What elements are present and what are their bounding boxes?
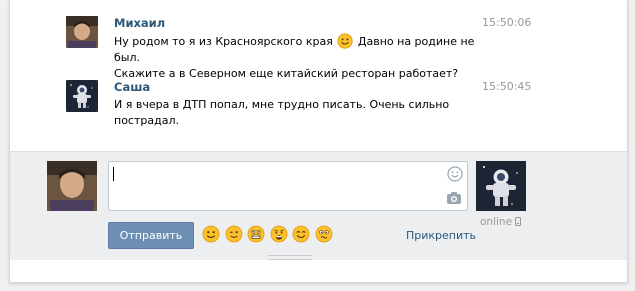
resize-handle[interactable] bbox=[268, 255, 312, 260]
send-button[interactable]: Отправить bbox=[108, 222, 194, 249]
message-time: 15:50:45 bbox=[482, 80, 532, 93]
message-text: И я вчера в ДТП попал, мне трудно писать… bbox=[114, 98, 450, 127]
chat-window: Михаил 15:50:06 Ну родом то я из Красноя… bbox=[9, 0, 628, 283]
message-input[interactable] bbox=[108, 161, 468, 211]
attach-link[interactable]: Прикрепить bbox=[406, 229, 476, 242]
grin-emoji-icon[interactable] bbox=[247, 225, 265, 243]
message-author[interactable]: Михаил bbox=[114, 16, 165, 30]
message-item: Михаил 15:50:06 Ну родом то я из Красноя… bbox=[66, 16, 566, 80]
scared-emoji-icon[interactable] bbox=[270, 225, 288, 243]
emoji-quick-bar bbox=[202, 225, 334, 243]
emoji-picker-icon[interactable] bbox=[447, 166, 463, 182]
text-caret bbox=[113, 167, 114, 181]
message-composer: online Отправить Прикрепить bbox=[10, 151, 627, 260]
smile-emoji-icon[interactable] bbox=[202, 225, 220, 243]
message-history: Михаил 15:50:06 Ну родом то я из Красноя… bbox=[10, 0, 627, 150]
avatar[interactable] bbox=[66, 80, 98, 112]
smile-emoji-icon bbox=[337, 33, 353, 49]
confused-emoji-icon[interactable] bbox=[315, 225, 333, 243]
happy-emoji-icon[interactable] bbox=[292, 225, 310, 243]
message-text: Ну родом то я из Красноярского края Давн… bbox=[114, 33, 494, 82]
avatar[interactable] bbox=[47, 161, 97, 211]
camera-icon[interactable] bbox=[446, 191, 462, 205]
message-item: Саша 15:50:45 И я вчера в ДТП попал, мне… bbox=[66, 80, 566, 127]
message-time: 15:50:06 bbox=[482, 16, 532, 29]
online-status: online bbox=[480, 216, 522, 228]
message-text-part: Скажите а в Северном еще китайский ресто… bbox=[114, 67, 459, 80]
mobile-phone-icon bbox=[515, 216, 522, 228]
online-status-text: online bbox=[480, 216, 513, 228]
message-author[interactable]: Саша bbox=[114, 80, 150, 94]
message-text-part: Ну родом то я из Красноярского края bbox=[114, 35, 333, 48]
avatar[interactable] bbox=[66, 16, 98, 48]
wink-emoji-icon[interactable] bbox=[225, 225, 243, 243]
avatar[interactable] bbox=[476, 161, 526, 211]
